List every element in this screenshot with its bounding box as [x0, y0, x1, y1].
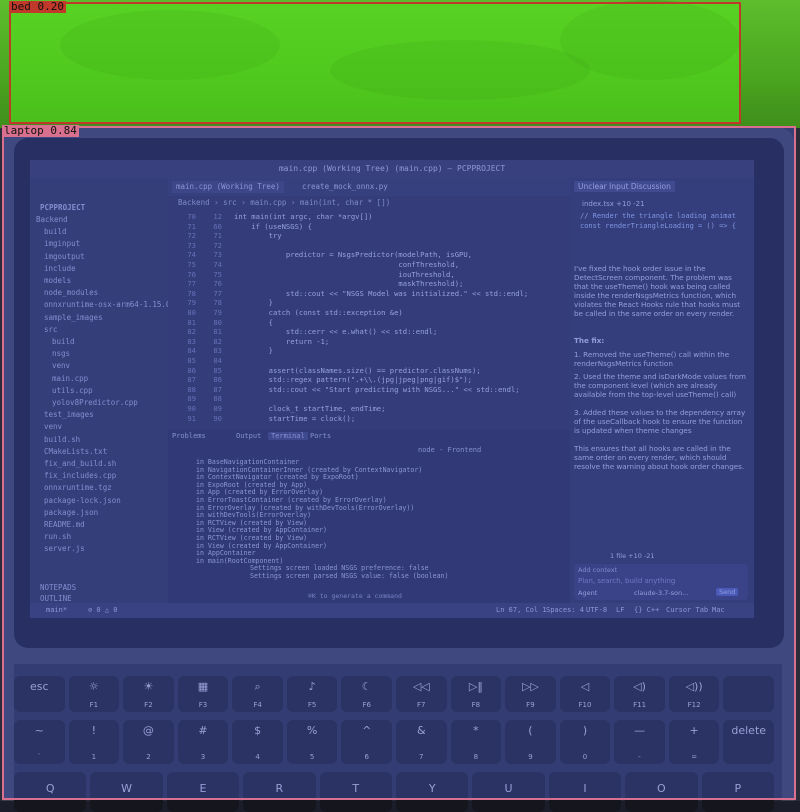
- bed-detection-label: bed 0.20: [9, 0, 66, 13]
- laptop-detection-label: laptop 0.84: [2, 124, 79, 137]
- laptop-detection-box: [2, 126, 796, 800]
- bed-detection-box: [9, 2, 741, 124]
